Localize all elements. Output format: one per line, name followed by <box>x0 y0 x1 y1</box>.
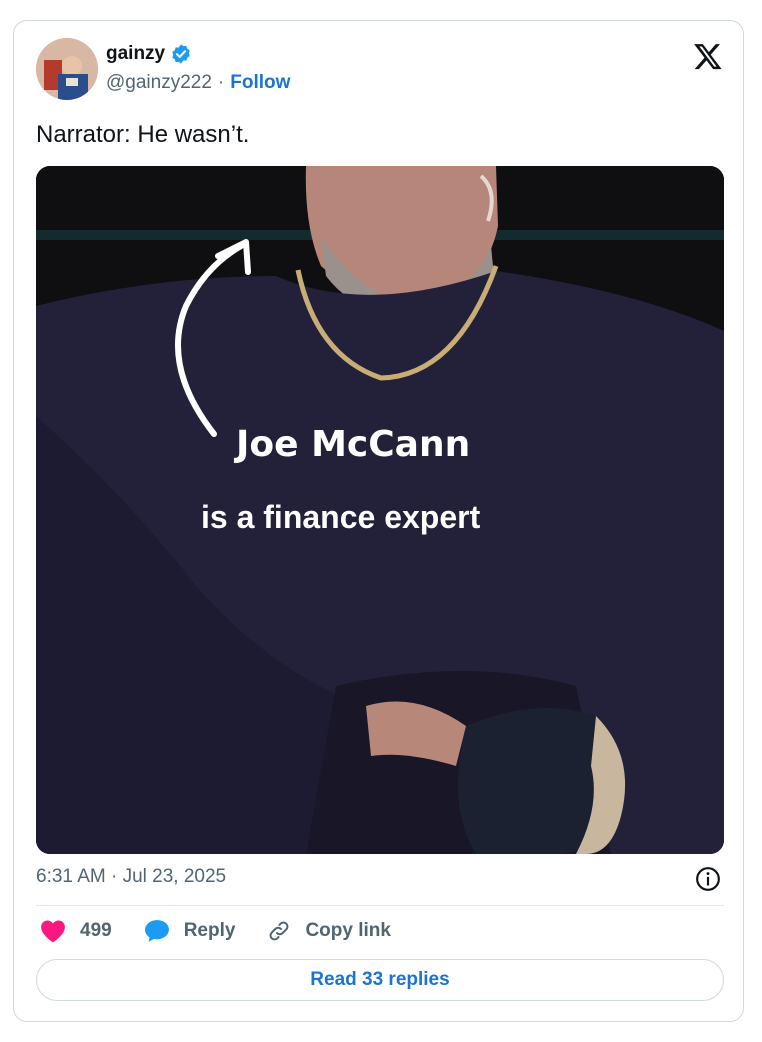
follow-button[interactable]: Follow <box>230 72 290 94</box>
reply-bubble-icon <box>144 920 169 942</box>
tweet-timestamp[interactable]: 6:31 AM · Jul 23, 2025 <box>36 866 226 888</box>
like-button[interactable]: 499 <box>40 919 112 943</box>
handle-separator: · <box>217 72 225 93</box>
media-image: Joe McCann is a finance expert <box>36 166 724 854</box>
like-count: 499 <box>80 920 112 941</box>
avatar[interactable] <box>36 38 98 100</box>
avatar-image <box>36 38 98 100</box>
tweet-text: Narrator: He wasn’t. <box>36 121 250 148</box>
overlay-name-text: Joe McCann <box>233 424 470 465</box>
author-display-name[interactable]: gainzy <box>106 43 165 65</box>
read-replies-button[interactable]: Read 33 replies <box>36 959 724 1001</box>
copy-link-button[interactable]: Copy link <box>267 919 391 943</box>
x-logo-icon[interactable] <box>693 41 723 71</box>
reply-button[interactable]: Reply <box>144 919 236 943</box>
overlay-caption-text: is a finance expert <box>201 499 481 535</box>
link-icon <box>269 921 289 941</box>
info-icon[interactable] <box>695 866 721 892</box>
tweet-media[interactable]: Joe McCann is a finance expert <box>36 166 724 854</box>
copy-link-label: Copy link <box>305 920 391 941</box>
heart-icon <box>41 920 65 943</box>
tweet-actions: 499 Reply Copy link <box>40 919 423 943</box>
reply-label: Reply <box>183 920 236 941</box>
tweet-card: gainzy @gainzy222 · Follow Narrator: He … <box>13 20 744 1022</box>
verified-badge-icon <box>172 44 190 64</box>
author-handle[interactable]: @gainzy222 <box>106 72 212 94</box>
divider <box>36 905 724 906</box>
